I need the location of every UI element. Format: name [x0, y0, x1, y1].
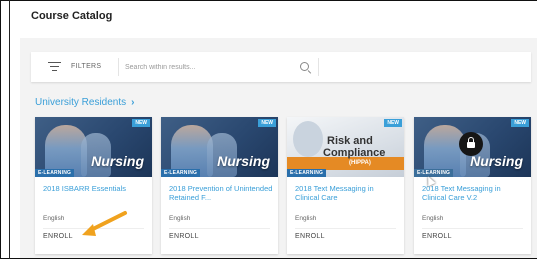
divider [422, 228, 523, 229]
thumbnail-text: Risk and [327, 135, 373, 147]
window-edge [9, 0, 10, 259]
course-thumbnail[interactable]: Nursing NEW E-LEARNING [414, 117, 531, 177]
course-thumbnail[interactable]: Nursing NEW E-LEARNING [35, 117, 152, 177]
chevron-right-icon: › [131, 97, 135, 108]
course-language: English [295, 215, 317, 222]
course-title-link[interactable]: 2018 ISBARR Essentials [43, 184, 147, 193]
course-card[interactable]: Risk and Compliance (HIPPA) NEW E-LEARNI… [287, 117, 404, 254]
type-tag: E-LEARNING [35, 169, 75, 177]
course-thumbnail[interactable]: Nursing NEW E-LEARNING [161, 117, 278, 177]
course-thumbnail[interactable]: Risk and Compliance (HIPPA) NEW E-LEARNI… [287, 117, 404, 177]
enroll-button[interactable]: ENROLL [295, 233, 325, 240]
divider [118, 58, 119, 76]
thumbnail-text: Nursing [470, 153, 523, 169]
thumbnail-text: (HIPPA) [349, 160, 371, 166]
course-card[interactable]: Nursing NEW E-LEARNING 2018 Prevention o… [161, 117, 278, 254]
course-title-link[interactable]: 2018 Prevention of Unintended Retained F… [169, 184, 273, 202]
thumbnail-text: Compliance [323, 147, 386, 159]
page-title: Course Catalog [31, 10, 113, 22]
section-link-university-residents[interactable]: University Residents › [35, 97, 135, 108]
annotation-arrow-icon [82, 211, 127, 236]
new-badge: NEW [384, 119, 402, 127]
course-title-link[interactable]: 2018 Text Messaging in Clinical Care V.2 [422, 184, 526, 202]
enroll-button[interactable]: ENROLL [169, 233, 199, 240]
enroll-button[interactable]: ENROLL [43, 233, 73, 240]
divider [295, 228, 396, 229]
course-card[interactable]: Nursing NEW E-LEARNING 2018 Text Messagi… [414, 117, 531, 254]
new-badge: NEW [511, 119, 529, 127]
filter-lines-icon[interactable] [48, 61, 61, 72]
course-title-link[interactable]: 2018 Text Messaging in Clinical Care [295, 184, 399, 202]
new-badge: NEW [258, 119, 276, 127]
search-icon[interactable] [300, 62, 309, 71]
divider [318, 58, 319, 76]
type-tag: E-LEARNING [161, 169, 201, 177]
search-input[interactable] [125, 60, 295, 74]
course-language: English [422, 215, 444, 222]
thumbnail-text: Nursing [91, 153, 144, 169]
section-title: University Residents [35, 97, 127, 108]
lock-icon [459, 132, 483, 156]
app-frame: Course Catalog FILTERS University Reside… [0, 0, 537, 259]
filter-bar: FILTERS [31, 52, 531, 82]
type-tag: E-LEARNING [287, 169, 327, 177]
type-tag: E-LEARNING [414, 169, 454, 177]
new-badge: NEW [132, 119, 150, 127]
course-language: English [169, 215, 191, 222]
divider [169, 228, 270, 229]
thumbnail-text: Nursing [217, 153, 270, 169]
course-language: English [43, 215, 65, 222]
enroll-button[interactable]: ENROLL [422, 233, 452, 240]
stethoscope-image [293, 121, 323, 157]
filters-button[interactable]: FILTERS [71, 63, 101, 70]
